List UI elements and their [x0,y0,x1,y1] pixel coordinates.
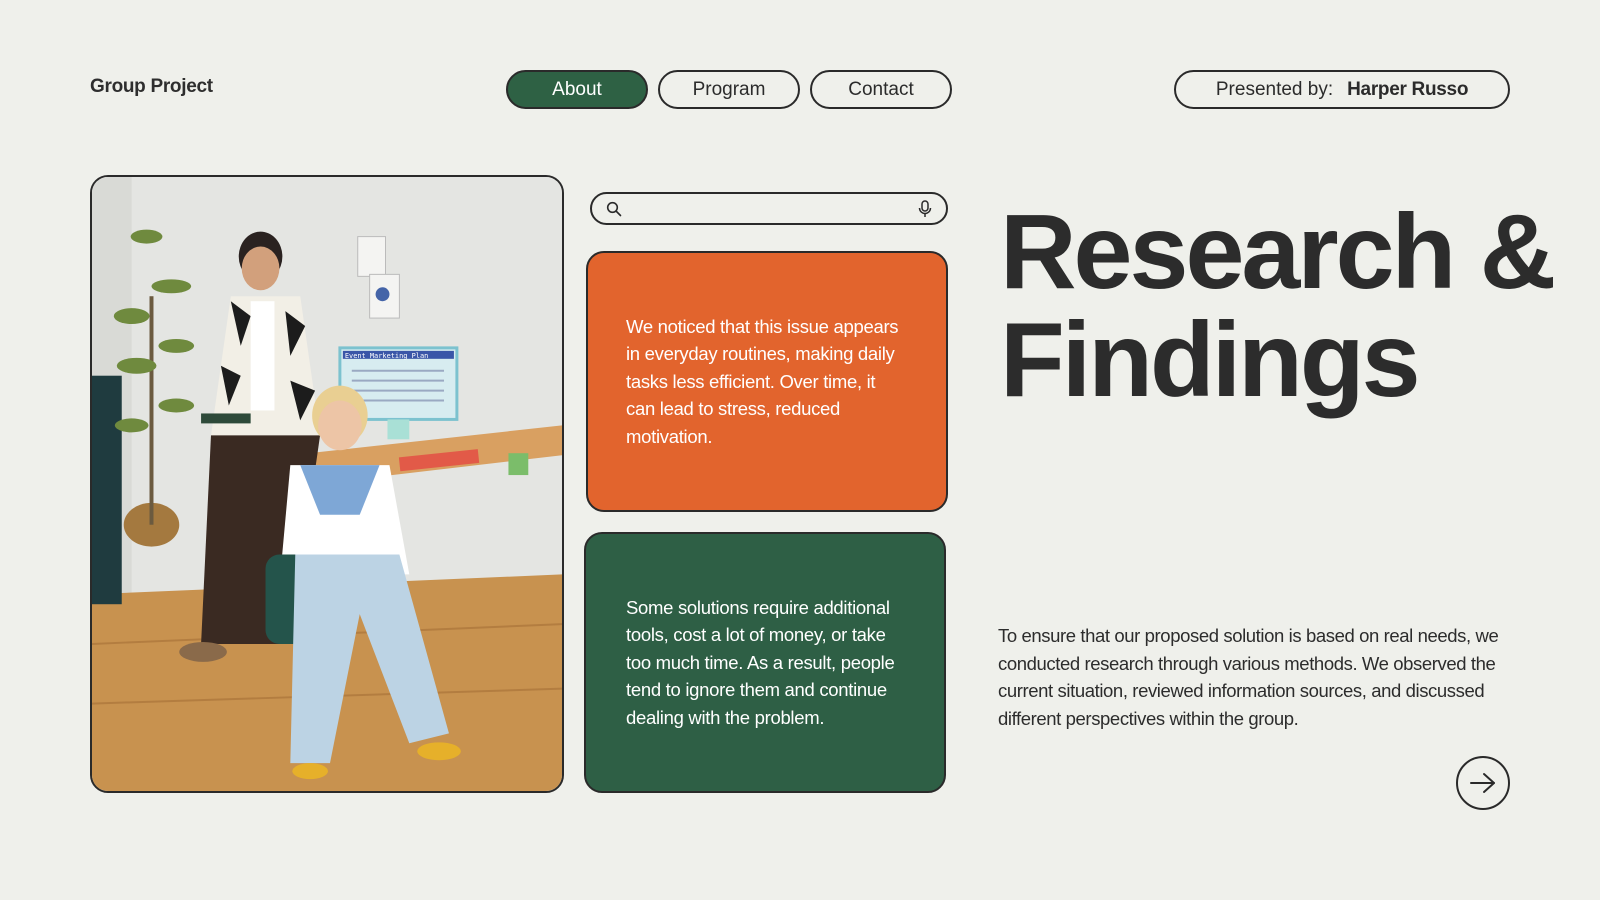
finding-card-text: Some solutions require additional tools,… [626,596,895,728]
presenter-badge: Presented by: Harper Russo [1174,70,1510,109]
nav-contact-button[interactable]: Contact [810,70,952,109]
finding-card-problem: We noticed that this issue appears in ev… [586,251,948,512]
research-description: To ensure that our proposed solution is … [998,625,1499,729]
search-input[interactable] [630,200,910,217]
microphone-icon[interactable] [918,199,932,218]
page-title: Research & Findings [1000,198,1580,414]
team-photo-illustration: Event Marketing Plan [92,177,562,791]
presenter-name: Harper Russo [1347,78,1469,100]
page-title-line: Research & [1000,193,1556,311]
team-photo: Event Marketing Plan [90,175,564,793]
brand-title: Group Project [90,76,213,97]
finding-card-text: We noticed that this issue appears in ev… [626,315,899,447]
finding-card-solutions: Some solutions require additional tools,… [584,532,946,793]
arrow-right-icon [1470,773,1495,793]
nav-program-button[interactable]: Program [658,70,800,109]
next-slide-button[interactable] [1456,756,1510,810]
main-nav: About Program Contact [506,70,952,109]
search-icon [606,201,622,216]
page-title-line: Findings [1000,301,1421,419]
search-bar[interactable] [590,192,948,225]
presenter-label: Presented by: [1215,78,1334,100]
nav-about-button[interactable]: About [506,70,648,109]
monitor-screen-text: Event Marketing Plan [345,352,428,360]
